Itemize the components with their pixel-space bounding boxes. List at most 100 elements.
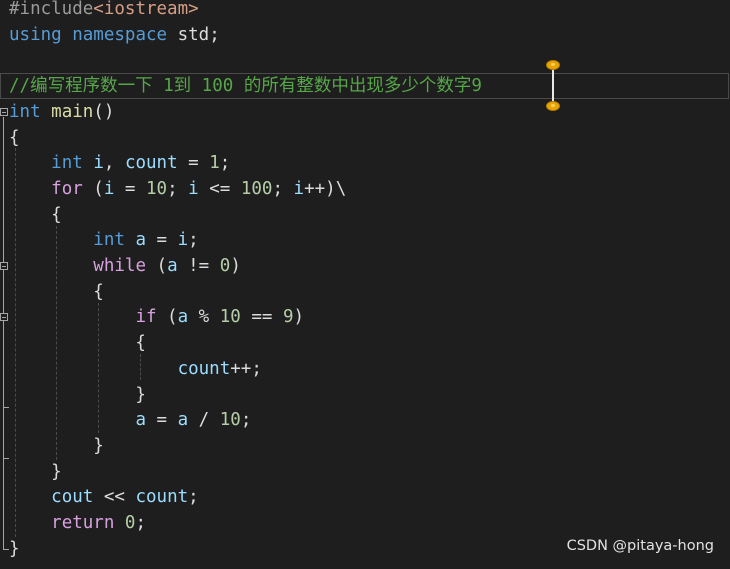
code-token: namespace xyxy=(72,24,168,45)
code-token: for xyxy=(51,178,83,199)
code-token: 0 xyxy=(219,256,231,276)
code-token: ( xyxy=(145,256,168,276)
code-token: = xyxy=(145,410,178,431)
code-line[interactable]: cout << count; xyxy=(0,485,730,511)
indent-guide-main xyxy=(15,148,16,537)
code-token: i xyxy=(293,178,305,199)
code-line[interactable]: { xyxy=(0,280,730,306)
code-token: return xyxy=(51,513,115,533)
code-line-text: if (a % 10 == 9) xyxy=(9,305,304,331)
code-line-text: return 0; xyxy=(9,511,146,537)
code-token: } xyxy=(9,538,20,559)
code-line[interactable]: } xyxy=(0,434,730,460)
code-token: a xyxy=(135,410,146,431)
code-token: int xyxy=(93,230,125,251)
code-token: 9 xyxy=(282,307,294,328)
code-token: std; xyxy=(167,24,220,45)
code-token: ; xyxy=(219,153,231,174)
code-token: a xyxy=(177,410,189,431)
code-line[interactable]: } xyxy=(0,383,730,409)
code-line-text: for (i = 10; i <= 100; i++)\ xyxy=(9,177,346,203)
fold-guide-main xyxy=(3,117,4,549)
code-token: = xyxy=(177,153,210,174)
code-line-text: { xyxy=(9,331,146,357)
code-line-text: a = a / 10; xyxy=(9,408,251,434)
code-token: cout xyxy=(51,487,94,508)
code-token: 1 xyxy=(209,153,220,174)
code-token: = xyxy=(146,230,178,251)
selection-handle-bottom-icon[interactable] xyxy=(546,101,560,111)
code-token: a xyxy=(167,256,178,276)
indent-guide-while xyxy=(98,303,99,433)
code-token: 10 xyxy=(219,307,241,328)
code-line[interactable]: { xyxy=(0,126,730,152)
code-token: , xyxy=(103,153,125,174)
code-line[interactable] xyxy=(0,48,730,74)
code-token: ; xyxy=(167,178,189,199)
code-line[interactable]: int main() xyxy=(0,100,730,126)
code-line[interactable]: count++; xyxy=(0,357,730,383)
code-token: i xyxy=(177,230,189,251)
code-token: ) xyxy=(230,256,241,276)
code-token: 0 xyxy=(124,513,136,533)
code-token: <= xyxy=(198,178,241,199)
indent-guide-if xyxy=(140,354,141,380)
collapse-if-icon[interactable] xyxy=(0,313,8,321)
code-token: << xyxy=(93,487,136,508)
code-line[interactable]: #include<iostream> xyxy=(0,0,730,23)
code-token: using xyxy=(9,24,62,45)
code-line[interactable]: a = a / 10; xyxy=(0,408,730,434)
code-token: 10 xyxy=(146,178,168,199)
code-token: == xyxy=(240,307,283,328)
code-line[interactable]: } xyxy=(0,460,730,486)
collapse-main-icon[interactable] xyxy=(0,108,8,116)
code-line[interactable]: while (a != 0) xyxy=(0,254,730,280)
code-token: int xyxy=(9,101,41,122)
code-line[interactable]: { xyxy=(0,331,730,357)
code-line-text: cout << count; xyxy=(9,485,199,511)
code-line-text: count++; xyxy=(9,357,262,383)
code-line[interactable]: int i, count = 1; xyxy=(0,151,730,177)
code-line[interactable]: { xyxy=(0,203,730,229)
code-token: 100 xyxy=(240,178,273,199)
code-line-text: while (a != 0) xyxy=(9,254,241,280)
code-token: ( xyxy=(82,178,104,199)
code-token: i xyxy=(93,153,104,174)
code-token: { xyxy=(9,127,20,148)
code-token: () xyxy=(93,101,115,122)
code-token: ( xyxy=(156,307,178,328)
code-line[interactable]: return 0; xyxy=(0,511,730,537)
code-token: <iostream> xyxy=(93,0,199,19)
code-line-text: //编写程序数一下 1到 100 的所有整数中出现多少个数字9 xyxy=(9,74,482,100)
code-token: = xyxy=(114,178,146,199)
code-line-text: #include<iostream> xyxy=(9,0,199,23)
code-line[interactable]: using namespace std; xyxy=(0,23,730,49)
code-line-text: int main() xyxy=(9,100,114,126)
code-token: int xyxy=(51,153,83,174)
fold-end-main xyxy=(3,549,9,550)
code-token: != xyxy=(177,256,220,276)
code-token: if xyxy=(135,307,157,328)
code-line[interactable]: //编写程序数一下 1到 100 的所有整数中出现多少个数字9 xyxy=(0,74,730,100)
selection-handle-top-icon[interactable] xyxy=(546,60,560,70)
code-line-text: using namespace std; xyxy=(9,23,220,49)
code-token: / xyxy=(188,410,220,431)
code-line[interactable]: for (i = 10; i <= 100; i++)\ xyxy=(0,177,730,203)
code-token: a xyxy=(177,307,189,328)
collapse-while-icon[interactable] xyxy=(0,262,8,270)
fold-end-while xyxy=(3,458,9,459)
code-line[interactable]: if (a % 10 == 9) xyxy=(0,305,730,331)
code-line-text: } xyxy=(9,383,146,409)
code-line[interactable]: int a = i; xyxy=(0,228,730,254)
code-token: count xyxy=(177,358,231,379)
code-editor[interactable]: #include<iostream> using namespace std;//… xyxy=(0,0,730,569)
code-token: } xyxy=(9,461,62,482)
code-token: i xyxy=(103,178,115,199)
